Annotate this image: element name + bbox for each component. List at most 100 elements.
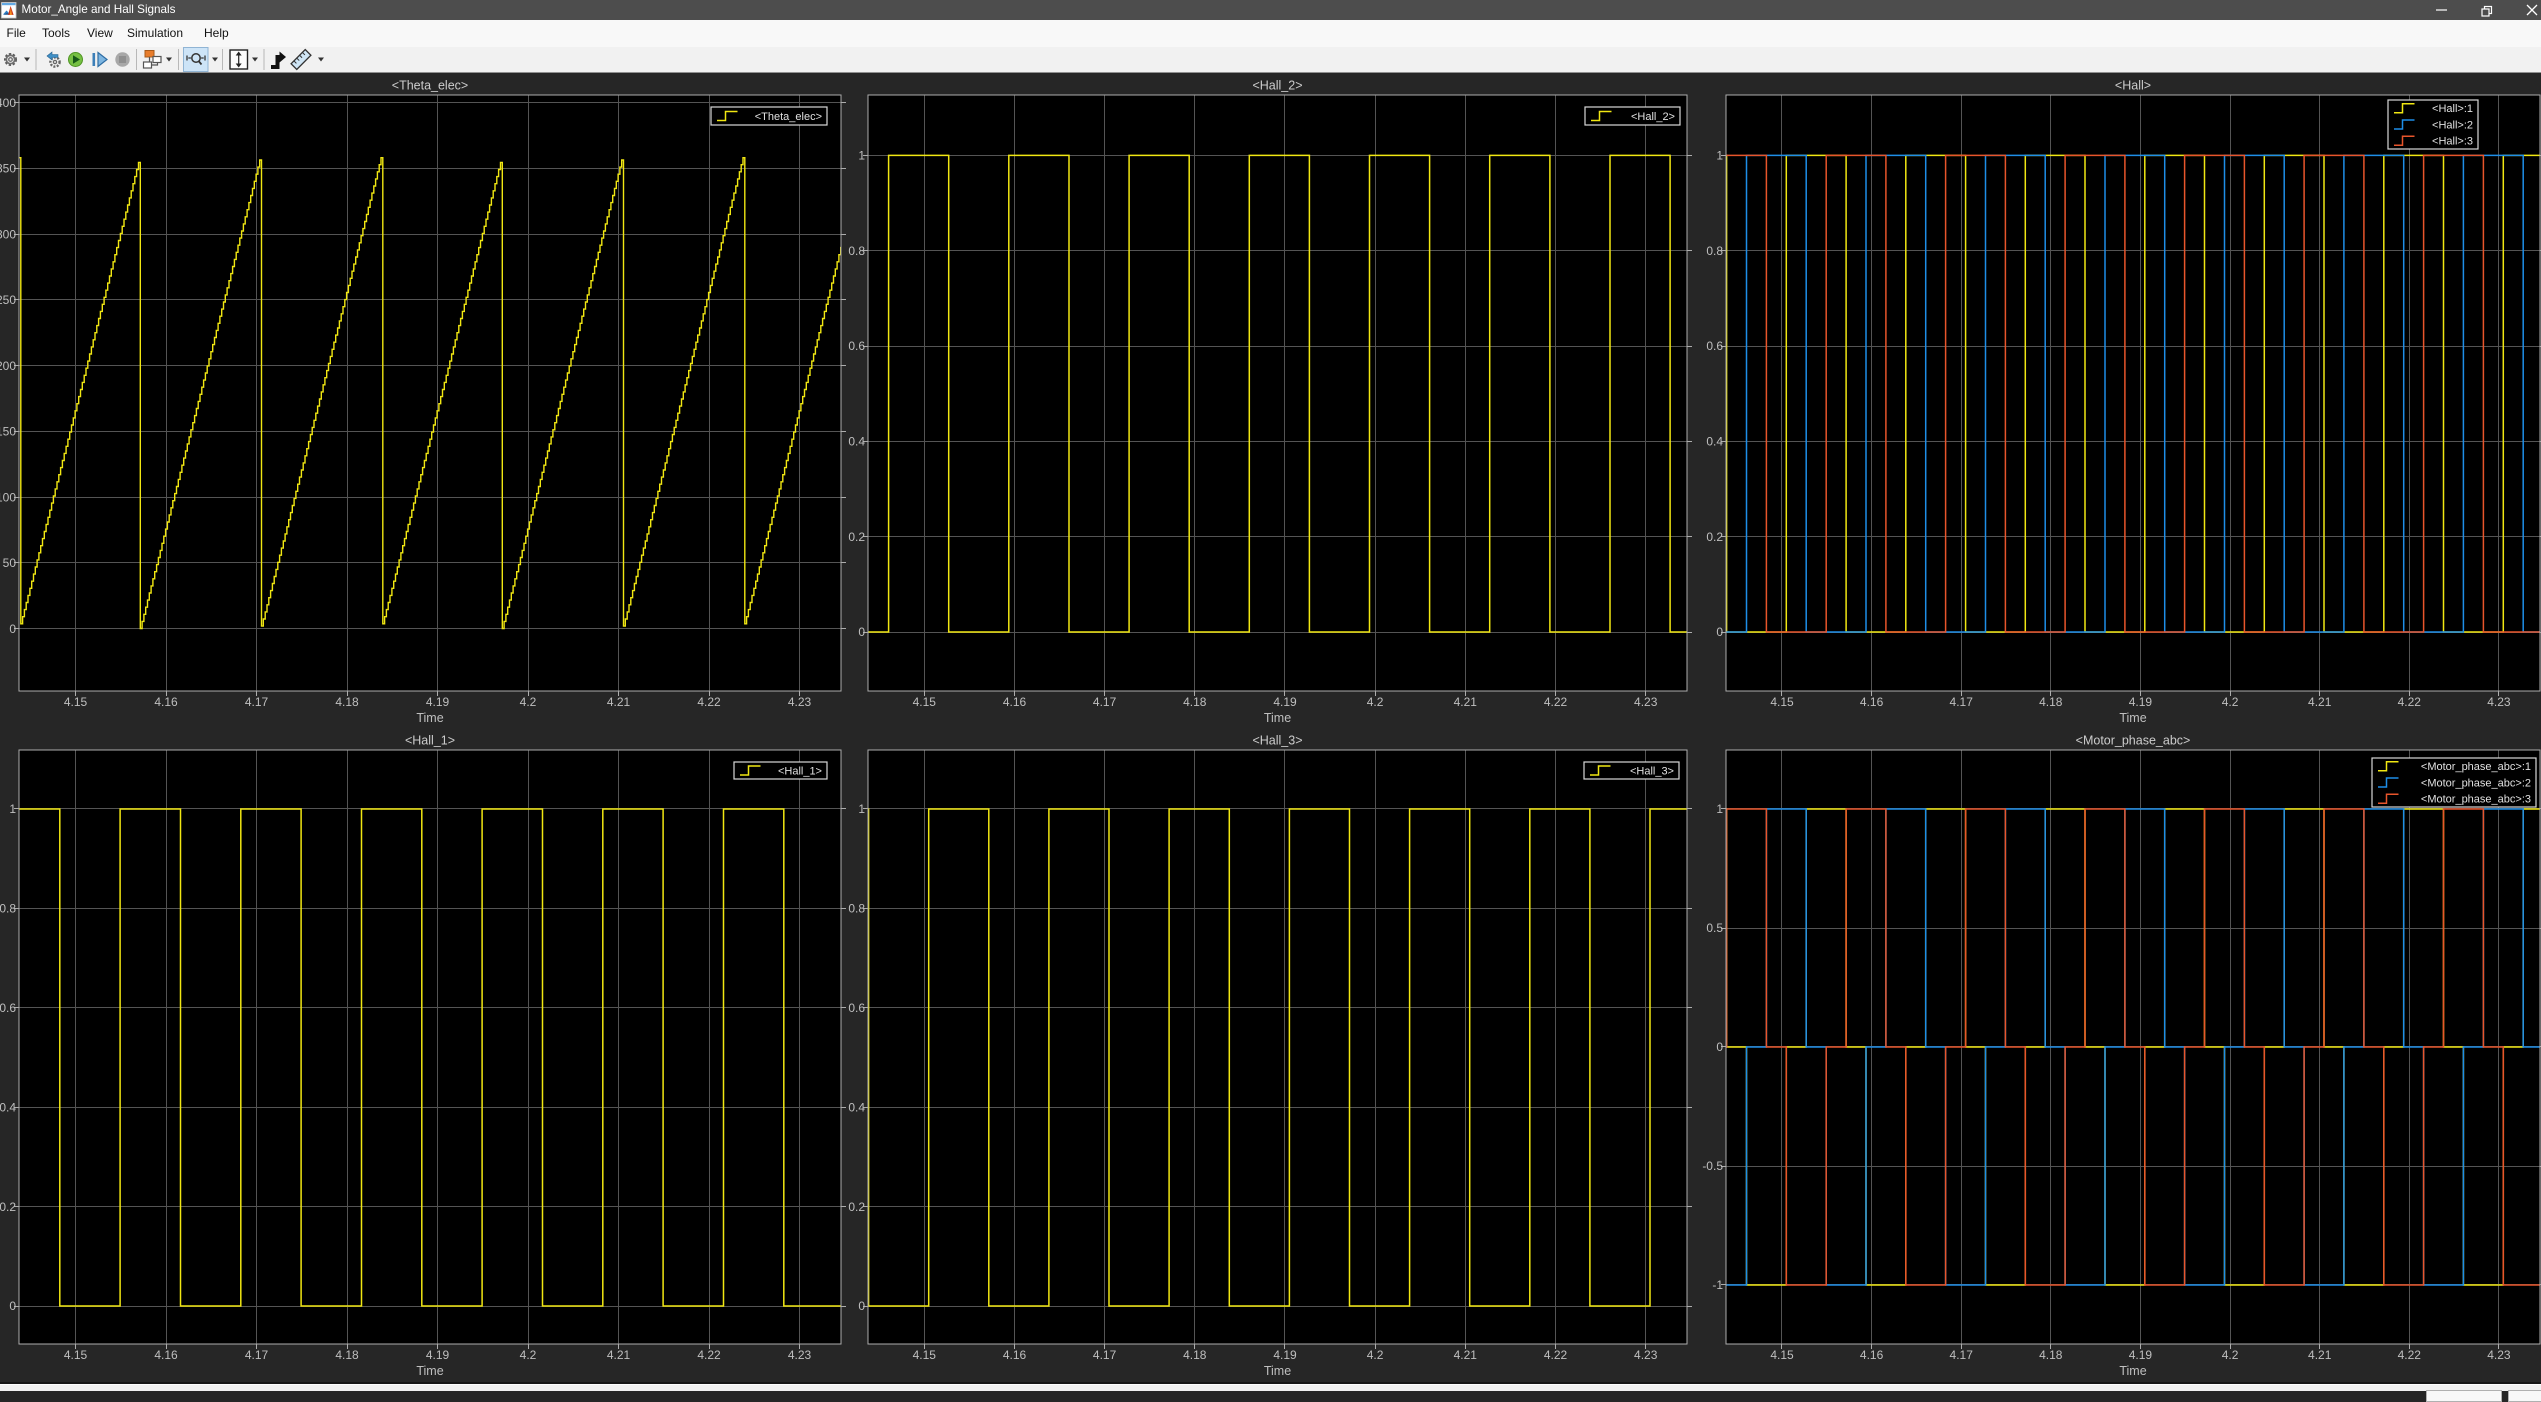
- svg-text:4.16: 4.16: [154, 1348, 178, 1362]
- svg-text:350: 350: [0, 162, 16, 176]
- svg-text:4.21: 4.21: [607, 1348, 631, 1362]
- svg-text:4.2: 4.2: [1367, 695, 1384, 709]
- svg-text:0: 0: [858, 1299, 865, 1313]
- svg-text:4.19: 4.19: [2129, 1348, 2153, 1362]
- svg-text:4.23: 4.23: [2487, 1348, 2511, 1362]
- svg-text:4.21: 4.21: [2308, 695, 2332, 709]
- svg-text:4.17: 4.17: [1093, 695, 1117, 709]
- svg-text:<Motor_phase_abc>: <Motor_phase_abc>: [2076, 734, 2191, 748]
- svg-text:0.2: 0.2: [0, 1200, 16, 1214]
- svg-text:0.2: 0.2: [848, 530, 865, 544]
- svg-text:0: 0: [9, 1299, 16, 1313]
- svg-text:4.18: 4.18: [1183, 1348, 1207, 1362]
- svg-text:<Hall_2>: <Hall_2>: [1252, 79, 1302, 93]
- svg-text:4.18: 4.18: [2039, 695, 2063, 709]
- svg-text:4.19: 4.19: [1273, 695, 1297, 709]
- svg-text:-1: -1: [1712, 1278, 1723, 1292]
- svg-text:150: 150: [0, 425, 16, 439]
- svg-text:4.23: 4.23: [788, 695, 812, 709]
- svg-text:4.22: 4.22: [697, 1348, 721, 1362]
- svg-text:0.4: 0.4: [848, 1100, 865, 1114]
- svg-text:0.6: 0.6: [848, 1001, 865, 1015]
- svg-text:4.18: 4.18: [1183, 695, 1207, 709]
- svg-text:0: 0: [1716, 625, 1723, 639]
- svg-text:<Hall_1>: <Hall_1>: [405, 734, 455, 748]
- svg-text:4.2: 4.2: [2222, 695, 2239, 709]
- svg-text:4.19: 4.19: [1273, 1348, 1297, 1362]
- svg-text:4.17: 4.17: [1093, 1348, 1117, 1362]
- svg-text:4.16: 4.16: [1003, 1348, 1027, 1362]
- svg-text:4.21: 4.21: [1454, 695, 1478, 709]
- svg-text:<Theta_elec>: <Theta_elec>: [392, 79, 468, 93]
- svg-text:1: 1: [1716, 802, 1723, 816]
- svg-text:4.18: 4.18: [335, 1348, 359, 1362]
- svg-text:250: 250: [0, 293, 16, 307]
- svg-text:4.2: 4.2: [520, 1348, 537, 1362]
- svg-text:Time: Time: [416, 711, 443, 725]
- svg-text:<Hall>: <Hall>: [2115, 79, 2151, 93]
- svg-text:4.21: 4.21: [1454, 1348, 1478, 1362]
- svg-text:0.2: 0.2: [848, 1200, 865, 1214]
- svg-text:4.2: 4.2: [1367, 1348, 1384, 1362]
- svg-text:4.16: 4.16: [154, 695, 178, 709]
- svg-text:Time: Time: [1264, 1364, 1291, 1378]
- svg-text:1: 1: [1716, 149, 1723, 163]
- svg-text:4.2: 4.2: [520, 695, 537, 709]
- svg-text:4.15: 4.15: [64, 1348, 88, 1362]
- svg-text:4.17: 4.17: [1950, 695, 1974, 709]
- svg-text:0.2: 0.2: [1706, 530, 1723, 544]
- svg-text:4.16: 4.16: [1003, 695, 1027, 709]
- svg-text:4.15: 4.15: [64, 695, 88, 709]
- svg-text:<Hall_2>: <Hall_2>: [1631, 111, 1675, 123]
- svg-text:<Motor_phase_abc>:2: <Motor_phase_abc>:2: [2421, 777, 2531, 789]
- svg-text:300: 300: [0, 227, 16, 241]
- svg-text:<Hall>:3: <Hall>:3: [2432, 136, 2473, 148]
- svg-text:Time: Time: [2119, 711, 2146, 725]
- svg-text:0.6: 0.6: [0, 1001, 16, 1015]
- svg-text:0: 0: [858, 625, 865, 639]
- svg-text:4.22: 4.22: [1544, 1348, 1568, 1362]
- svg-text:4.22: 4.22: [1544, 695, 1568, 709]
- svg-text:1: 1: [858, 149, 865, 163]
- svg-text:<Hall_3>: <Hall_3>: [1252, 734, 1302, 748]
- svg-text:-0.5: -0.5: [1702, 1159, 1723, 1173]
- svg-text:4.23: 4.23: [1634, 695, 1658, 709]
- svg-text:4.23: 4.23: [1634, 1348, 1658, 1362]
- svg-text:4.18: 4.18: [335, 695, 359, 709]
- svg-text:<Motor_phase_abc>:3: <Motor_phase_abc>:3: [2421, 794, 2531, 806]
- svg-text:4.16: 4.16: [1860, 695, 1884, 709]
- svg-text:0.4: 0.4: [0, 1100, 16, 1114]
- svg-text:0.8: 0.8: [0, 902, 16, 916]
- svg-text:0.8: 0.8: [1706, 244, 1723, 258]
- svg-text:<Hall>:1: <Hall>:1: [2432, 103, 2473, 115]
- svg-text:4.19: 4.19: [426, 695, 450, 709]
- svg-text:4.16: 4.16: [1860, 1348, 1884, 1362]
- svg-text:1: 1: [858, 802, 865, 816]
- svg-text:0: 0: [1716, 1040, 1723, 1054]
- svg-text:50: 50: [3, 556, 17, 570]
- svg-text:400: 400: [0, 96, 16, 110]
- svg-text:4.15: 4.15: [1770, 1348, 1794, 1362]
- svg-text:0.8: 0.8: [848, 244, 865, 258]
- svg-text:Time: Time: [2119, 1364, 2146, 1378]
- svg-text:4.17: 4.17: [245, 1348, 269, 1362]
- svg-text:4.22: 4.22: [2398, 695, 2422, 709]
- svg-text:0.6: 0.6: [848, 339, 865, 353]
- svg-text:4.19: 4.19: [426, 1348, 450, 1362]
- svg-text:<Motor_phase_abc>:1: <Motor_phase_abc>:1: [2421, 761, 2531, 773]
- svg-text:4.19: 4.19: [2129, 695, 2153, 709]
- svg-text:4.23: 4.23: [2487, 695, 2511, 709]
- svg-text:0.4: 0.4: [848, 435, 865, 449]
- svg-text:4.22: 4.22: [697, 695, 721, 709]
- svg-text:4.15: 4.15: [1770, 695, 1794, 709]
- svg-text:0: 0: [9, 622, 16, 636]
- svg-text:100: 100: [0, 490, 16, 504]
- svg-text:4.15: 4.15: [913, 1348, 937, 1362]
- svg-text:4.17: 4.17: [245, 695, 269, 709]
- svg-text:<Theta_elec>: <Theta_elec>: [755, 111, 822, 123]
- svg-text:Time: Time: [1264, 711, 1291, 725]
- svg-text:4.21: 4.21: [607, 695, 631, 709]
- svg-text:4.22: 4.22: [2398, 1348, 2422, 1362]
- svg-text:4.21: 4.21: [2308, 1348, 2332, 1362]
- svg-text:0.6: 0.6: [1706, 339, 1723, 353]
